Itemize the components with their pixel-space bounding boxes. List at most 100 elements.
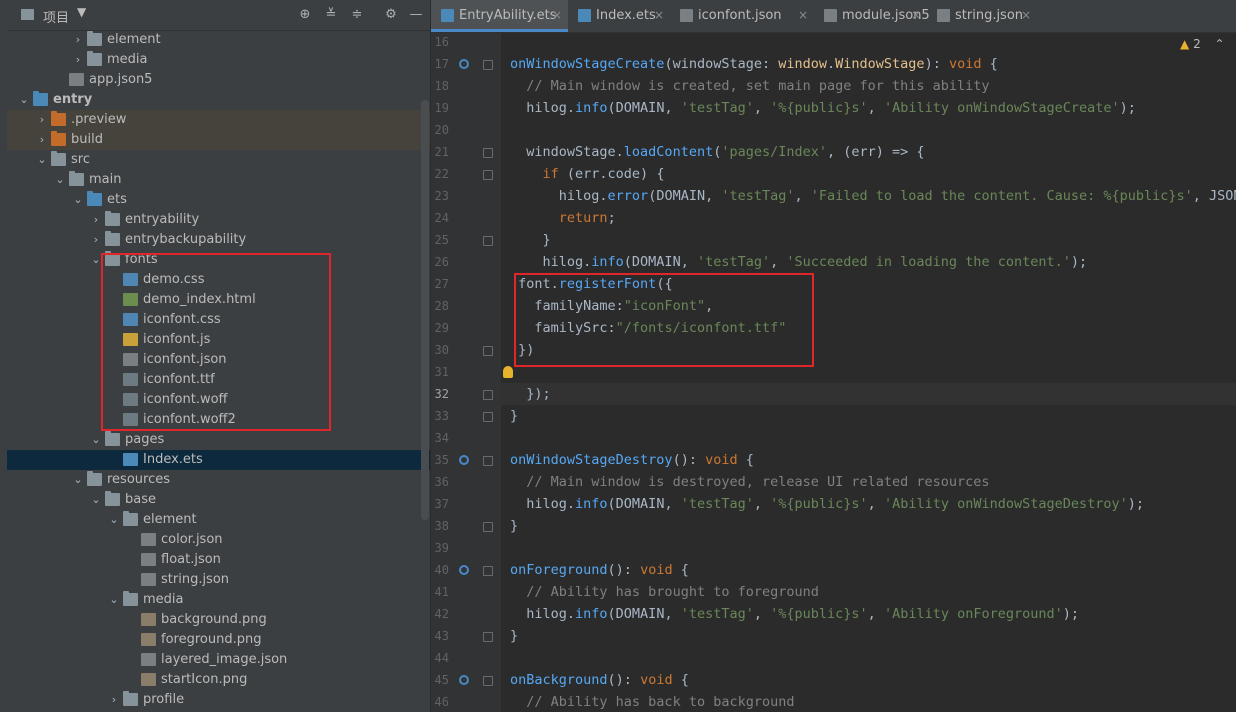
- code-line[interactable]: hilog.info(DOMAIN, 'testTag', '%{public}…: [510, 496, 1144, 512]
- override-marker-icon[interactable]: [459, 565, 469, 575]
- override-marker-icon[interactable]: [459, 455, 469, 465]
- code-line[interactable]: return;: [510, 210, 616, 226]
- tree-item[interactable]: ⌄ main: [7, 170, 430, 190]
- project-scrollbar[interactable]: [421, 100, 429, 520]
- chevron-down-icon[interactable]: ⌄: [73, 193, 83, 207]
- tree-item[interactable]: float.json: [7, 550, 430, 570]
- tree-item[interactable]: startIcon.png: [7, 670, 430, 690]
- collapse-all-icon[interactable]: ≚: [322, 6, 340, 24]
- chevron-down-icon[interactable]: ⌄: [55, 173, 65, 187]
- tree-item[interactable]: ⌄ element: [7, 510, 430, 530]
- chevron-right-icon[interactable]: ›: [109, 693, 119, 707]
- tree-item[interactable]: color.json: [7, 530, 430, 550]
- code-line[interactable]: });: [510, 386, 550, 402]
- close-icon[interactable]: ×: [911, 8, 921, 22]
- code-line[interactable]: hilog.info(DOMAIN, 'testTag', '%{public}…: [510, 606, 1079, 622]
- tree-item[interactable]: › .preview: [7, 110, 430, 130]
- tree-item[interactable]: ⌄ media: [7, 590, 430, 610]
- fold-icon[interactable]: [483, 456, 493, 466]
- tree-item[interactable]: Index.ets: [7, 450, 430, 470]
- chevron-down-icon[interactable]: ⌄: [91, 433, 101, 447]
- code-line[interactable]: }: [510, 408, 518, 424]
- tree-item[interactable]: ⌄ base: [7, 490, 430, 510]
- code-line[interactable]: hilog.info(DOMAIN, 'testTag', '%{public}…: [510, 100, 1136, 116]
- inspection-widget[interactable]: ▲ 2 ⌃: [1180, 37, 1225, 51]
- fold-icon[interactable]: [483, 566, 493, 576]
- tree-item[interactable]: ⌄ entry: [7, 90, 430, 110]
- chevron-right-icon[interactable]: ›: [73, 33, 83, 47]
- fold-icon[interactable]: [483, 170, 493, 180]
- project-panel-title[interactable]: 项目: [43, 7, 69, 26]
- chevron-down-icon[interactable]: ⌄: [91, 493, 101, 507]
- chevron-right-icon[interactable]: ›: [73, 53, 83, 67]
- code-line[interactable]: onBackground(): void {: [510, 672, 689, 688]
- chevron-down-icon[interactable]: ⌄: [91, 253, 101, 267]
- fold-icon[interactable]: [483, 236, 493, 246]
- minimize-icon[interactable]: —: [407, 6, 425, 24]
- chevron-up-icon[interactable]: ⌃: [1215, 37, 1225, 51]
- tree-item[interactable]: ⌄ ets: [7, 190, 430, 210]
- close-icon[interactable]: ×: [1021, 8, 1031, 22]
- close-icon[interactable]: ×: [798, 8, 808, 22]
- tree-item[interactable]: › entryability: [7, 210, 430, 230]
- fold-icon[interactable]: [483, 390, 493, 400]
- chevron-right-icon[interactable]: ›: [37, 113, 47, 127]
- editor-tab[interactable]: iconfont.json ×: [670, 0, 814, 32]
- tree-item[interactable]: string.json: [7, 570, 430, 590]
- code-line[interactable]: // Main window is destroyed, release UI …: [510, 474, 989, 490]
- chevron-right-icon[interactable]: ›: [37, 133, 47, 147]
- tree-item[interactable]: foreground.png: [7, 630, 430, 650]
- code-line[interactable]: // Ability has brought to foreground: [510, 584, 819, 600]
- chevron-down-icon[interactable]: ⌄: [109, 593, 119, 607]
- code-line[interactable]: hilog.info(DOMAIN, 'testTag', 'Succeeded…: [510, 254, 1088, 270]
- tree-item[interactable]: › media: [7, 50, 430, 70]
- code-line[interactable]: }: [510, 518, 518, 534]
- code-line[interactable]: if (err.code) {: [510, 166, 665, 182]
- tree-item[interactable]: background.png: [7, 610, 430, 630]
- override-marker-icon[interactable]: [459, 675, 469, 685]
- gear-icon[interactable]: ⚙: [382, 6, 400, 24]
- code-line[interactable]: onWindowStageCreate(windowStage: window.…: [510, 56, 998, 72]
- chevron-down-icon[interactable]: ⌄: [37, 153, 47, 167]
- fold-icon[interactable]: [483, 632, 493, 642]
- locate-icon[interactable]: ⊕: [296, 6, 314, 24]
- tree-item[interactable]: layered_image.json: [7, 650, 430, 670]
- code-line[interactable]: windowStage.loadContent('pages/Index', (…: [510, 144, 924, 160]
- code-line[interactable]: onWindowStageDestroy(): void {: [510, 452, 754, 468]
- editor-tab[interactable]: EntryAbility.ets ×: [431, 0, 568, 32]
- tree-item[interactable]: › element: [7, 30, 430, 50]
- editor-tab[interactable]: string.json ×: [927, 0, 1037, 32]
- fold-icon[interactable]: [483, 676, 493, 686]
- code-line[interactable]: // Ability has back to background: [510, 694, 794, 710]
- fold-icon[interactable]: [483, 148, 493, 158]
- chevron-down-icon[interactable]: ⌄: [109, 513, 119, 527]
- chevron-down-icon[interactable]: ⌄: [73, 473, 83, 487]
- editor-tab[interactable]: module.json5 ×: [814, 0, 930, 32]
- tree-item[interactable]: app.json5: [7, 70, 430, 90]
- code-line[interactable]: hilog.error(DOMAIN, 'testTag', 'Failed t…: [510, 188, 1236, 204]
- chevron-down-icon[interactable]: ⌄: [19, 93, 29, 107]
- code-line[interactable]: }: [510, 232, 551, 248]
- tree-item[interactable]: ⌄ resources: [7, 470, 430, 490]
- tree-item[interactable]: ⌄ pages: [7, 430, 430, 450]
- code-line[interactable]: // Main window is created, set main page…: [510, 78, 989, 94]
- tree-item[interactable]: › build: [7, 130, 430, 150]
- fold-icon[interactable]: [483, 522, 493, 532]
- close-icon[interactable]: ×: [654, 8, 664, 22]
- lightbulb-icon[interactable]: [503, 366, 513, 378]
- chevron-right-icon[interactable]: ›: [91, 213, 101, 227]
- override-marker-icon[interactable]: [459, 59, 469, 69]
- fold-icon[interactable]: [483, 60, 493, 70]
- tree-item[interactable]: ⌄ src: [7, 150, 430, 170]
- chevron-right-icon[interactable]: ›: [91, 233, 101, 247]
- editor-tab[interactable]: Index.ets ×: [568, 0, 670, 32]
- code-line[interactable]: }: [510, 628, 518, 644]
- expand-all-icon[interactable]: ≑: [348, 6, 366, 24]
- code-editor[interactable]: 16 17 18 19 20 21 22 23 24 25 26 27 28 29 30 31 32 33 34 35…: [431, 33, 1236, 712]
- tree-item[interactable]: › entrybackupability: [7, 230, 430, 250]
- code-line[interactable]: onForeground(): void {: [510, 562, 689, 578]
- fold-icon[interactable]: [483, 412, 493, 422]
- tree-item[interactable]: › profile: [7, 690, 430, 710]
- chevron-down-icon[interactable]: ▼: [77, 5, 86, 19]
- close-icon[interactable]: ×: [552, 8, 562, 22]
